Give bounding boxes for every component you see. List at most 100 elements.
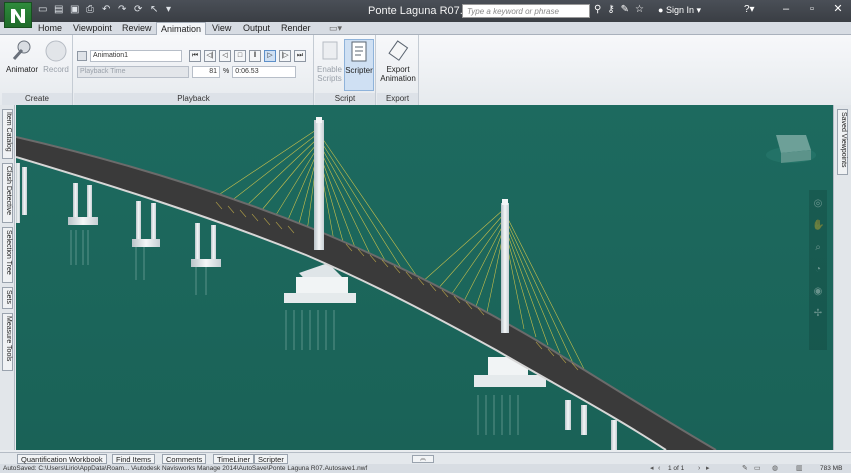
animator-label: Animator — [5, 65, 38, 74]
tab-clash-detective[interactable]: Clash Detective — [2, 163, 13, 223]
selection-tree-label: Selection Tree — [5, 230, 12, 275]
tab-comments[interactable]: Comments — [162, 454, 207, 464]
close-icon[interactable]: ✕ — [825, 0, 851, 20]
application-menu-button[interactable] — [4, 2, 32, 28]
tab-measure-tools[interactable]: Measure Tools — [2, 313, 13, 371]
ribbon-tabs: Home Viewpoint Review Animation View Out… — [0, 22, 851, 36]
zoom-icon[interactable]: ⌕ — [812, 242, 824, 254]
scripter-label: Scripter — [345, 66, 373, 75]
orbit-icon[interactable]: ◔ — [812, 264, 824, 276]
ribbon-options-icon[interactable]: ▭▾ — [325, 22, 346, 35]
tab-item-catalog[interactable]: Item Catalog — [2, 109, 13, 159]
tab-output[interactable]: Output — [239, 22, 274, 35]
playback-controls-row: Animation1 ⏮ ◁| ◁ □ ‖ ▷ |▷ ⏭ — [77, 50, 306, 62]
navigation-bar: ◎ ✋ ⌕ ◔ ◉ ✢ — [809, 190, 827, 350]
time-field[interactable]: 0:06.53 — [232, 66, 297, 78]
next-sheet-icon[interactable]: › — [698, 465, 706, 472]
walk-icon[interactable]: ✢ — [812, 308, 824, 320]
export-animation-button[interactable]: Export Animation — [378, 39, 418, 83]
playback-group: Animation1 ⏮ ◁| ◁ □ ‖ ▷ |▷ ⏭ Playback Ti… — [74, 35, 314, 105]
pause-icon[interactable]: ‖ — [249, 50, 261, 62]
cpu-icon: ◍ — [772, 465, 779, 472]
record-label: Record — [43, 65, 69, 74]
enable-scripts-icon — [319, 39, 341, 63]
bridge-model — [16, 105, 833, 450]
record-button[interactable]: Record — [40, 39, 72, 74]
window-title: Ponte Laguna R07.nwd — [368, 5, 483, 17]
status-bar: AutoSaved: C:\Users\Lirio\AppData\Roam..… — [0, 464, 851, 473]
wrench-icon[interactable]: ✎ — [621, 4, 629, 15]
sign-in-link[interactable]: ● Sign In ▾ — [658, 5, 701, 16]
steering-wheel-icon[interactable]: ◎ — [812, 198, 824, 210]
step-forward-icon[interactable]: |▷ — [279, 50, 291, 62]
previous-sheet-icon[interactable]: ‹ — [658, 465, 666, 472]
tab-selection-tree[interactable]: Selection Tree — [2, 227, 13, 283]
animator-button[interactable]: Animator — [5, 39, 39, 74]
window-controls: – ▫ ✕ — [773, 0, 851, 20]
tab-quantification-workbook[interactable]: Quantification Workbook — [17, 454, 107, 464]
search-input[interactable]: Type a keyword or phrase — [462, 4, 590, 18]
scripter-icon — [347, 40, 371, 64]
star-icon[interactable]: ☆ — [635, 4, 644, 15]
tab-home[interactable]: Home — [34, 22, 66, 35]
pan-icon[interactable]: ✋ — [812, 220, 824, 232]
tab-sets[interactable]: Sets — [2, 287, 13, 309]
last-sheet-icon[interactable]: ▸ — [706, 465, 714, 472]
animation-select[interactable]: Animation1 — [90, 50, 182, 62]
create-group-label: Create — [2, 93, 72, 105]
tab-timeliner[interactable]: TimeLiner — [213, 454, 255, 464]
right-dock: Saved Viewpoints — [833, 105, 851, 450]
enable-scripts-button[interactable]: Enable Scripts — [316, 39, 343, 83]
playback-group-label: Playback — [74, 93, 313, 105]
page-indicator: 1 of 1 — [668, 465, 685, 472]
bottom-dock-tabs: Quantification Workbook Find Items Comme… — [0, 452, 851, 464]
export-animation-label: Export Animation — [380, 65, 416, 83]
infocenter-icons: ⚲ ⚷ ✎ ☆ — [594, 4, 644, 15]
script-group-label: Script — [315, 93, 375, 105]
chevron-down-icon: ▾ — [696, 5, 702, 15]
enable-scripts-label: Enable Scripts — [317, 65, 342, 83]
maximize-icon[interactable]: ▫ — [799, 0, 825, 20]
record-icon — [43, 39, 69, 63]
title-bar: ▭ ▤ ▣ ⎙ ↶ ↷ ⟳ ↖ ▾ Ponte Laguna R07.nwd T… — [0, 0, 851, 28]
step-back-icon[interactable]: ◁| — [204, 50, 216, 62]
binoculars-icon[interactable]: ⚲ — [594, 4, 601, 15]
rewind-icon[interactable]: ⏮ — [189, 50, 201, 62]
sets-label: Sets — [5, 290, 12, 305]
sign-in-label: Sign In — [665, 5, 694, 15]
pencil-icon: ✎ — [742, 465, 748, 472]
expand-panel-icon[interactable]: ︽ — [412, 455, 434, 463]
memory-icon: ▥ — [796, 465, 803, 472]
animator-icon — [9, 39, 35, 63]
fast-forward-icon[interactable]: ⏭ — [294, 50, 306, 62]
left-dock: Item Catalog Clash Detective Selection T… — [0, 105, 15, 450]
autosave-path: AutoSaved: C:\Users\Lirio\AppData\Roam..… — [3, 465, 368, 472]
tab-animation[interactable]: Animation — [156, 22, 207, 36]
playback-time-slider[interactable]: Playback Time — [77, 66, 189, 78]
clash-detective-label: Clash Detective — [5, 166, 12, 216]
disk-icon: ▭ — [754, 465, 761, 472]
3d-viewport[interactable]: ◎ ✋ ⌕ ◔ ◉ ✢ — [16, 105, 833, 450]
play-reverse-icon[interactable]: ◁ — [219, 50, 231, 62]
frame-field[interactable]: 81 — [192, 66, 220, 78]
scripter-button[interactable]: Scripter — [344, 39, 374, 91]
tab-viewpoint[interactable]: Viewpoint — [69, 22, 116, 35]
tab-saved-viewpoints[interactable]: Saved Viewpoints — [837, 109, 848, 175]
user-icon: ● — [658, 5, 664, 15]
tab-find-items[interactable]: Find Items — [112, 454, 156, 464]
tab-render[interactable]: Render — [277, 22, 315, 35]
first-sheet-icon[interactable]: ◂ — [650, 465, 658, 472]
measure-tools-label: Measure Tools — [5, 316, 12, 362]
key-icon[interactable]: ⚷ — [607, 4, 614, 15]
stop-icon[interactable]: □ — [234, 50, 246, 62]
play-icon[interactable]: ▷ — [264, 50, 276, 62]
minimize-icon[interactable]: – — [773, 0, 799, 20]
tab-view[interactable]: View — [208, 22, 235, 35]
create-group: Animator Record Create — [2, 35, 73, 105]
tab-review[interactable]: Review — [118, 22, 156, 35]
tab-scripter[interactable]: Scripter — [254, 454, 288, 464]
look-icon[interactable]: ◉ — [812, 286, 824, 298]
export-group-label: Export — [377, 93, 418, 105]
help-button[interactable]: ?▾ — [744, 4, 755, 15]
script-group: Enable Scripts Scripter Script — [315, 35, 376, 105]
